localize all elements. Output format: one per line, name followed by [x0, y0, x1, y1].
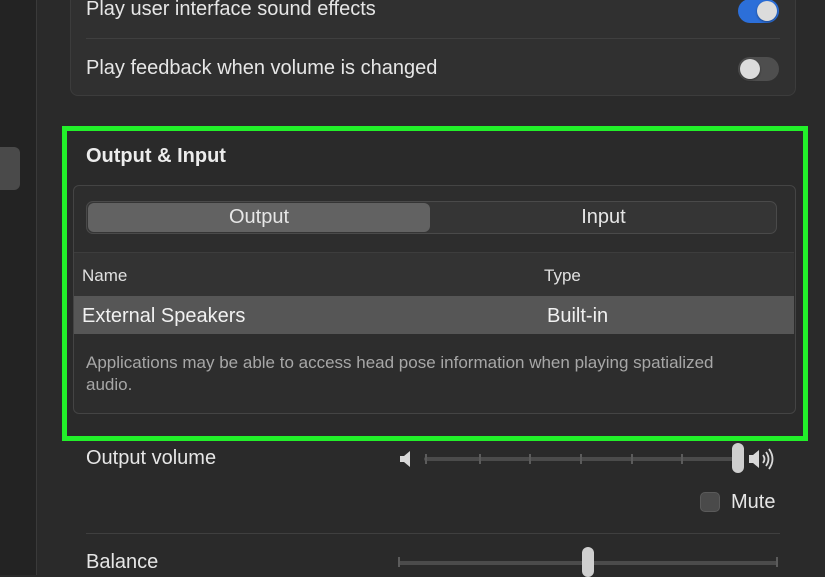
- play-ui-sounds-label: Play user interface sound effects: [86, 0, 376, 20]
- mute-label: Mute: [731, 491, 776, 513]
- tab-input[interactable]: Input: [432, 203, 775, 232]
- tab-output[interactable]: Output: [88, 203, 430, 232]
- output-volume-label: Output volume: [86, 447, 217, 469]
- sidebar-selected-item[interactable]: [0, 147, 20, 190]
- slider-tick: [776, 557, 778, 567]
- mute-checkbox[interactable]: [700, 492, 720, 512]
- output-volume-thumb[interactable]: [732, 443, 744, 473]
- device-table-header: Name Type: [74, 252, 794, 297]
- slider-tick: [631, 454, 633, 464]
- device-type: Built-in: [547, 305, 609, 327]
- toggle-knob: [740, 59, 760, 79]
- sidebar: [0, 0, 37, 575]
- head-pose-note: Applications may be able to access head …: [86, 353, 714, 394]
- slider-tick: [580, 454, 582, 464]
- slider-tick: [425, 454, 427, 464]
- speaker-low-icon: [400, 451, 410, 467]
- slider-tick: [398, 557, 400, 567]
- table-row[interactable]: External Speakers Built-in: [74, 296, 794, 334]
- toggle-knob: [757, 1, 777, 21]
- slider-tick: [529, 454, 531, 464]
- output-input-segmented-control: Output Input: [86, 201, 777, 234]
- column-header-type[interactable]: Type: [544, 266, 581, 286]
- row-divider: [86, 38, 780, 39]
- balance-label: Balance: [86, 551, 159, 573]
- column-header-name[interactable]: Name: [82, 266, 127, 286]
- play-feedback-toggle[interactable]: [738, 57, 779, 81]
- play-ui-sounds-toggle[interactable]: [738, 0, 779, 23]
- play-feedback-label: Play feedback when volume is changed: [86, 57, 438, 79]
- device-name: External Speakers: [82, 305, 246, 327]
- speaker-high-icon: [749, 448, 774, 470]
- row-divider: [86, 533, 780, 534]
- slider-tick: [681, 454, 683, 464]
- output-input-title: Output & Input: [86, 145, 226, 167]
- slider-tick: [479, 454, 481, 464]
- balance-thumb[interactable]: [582, 547, 594, 577]
